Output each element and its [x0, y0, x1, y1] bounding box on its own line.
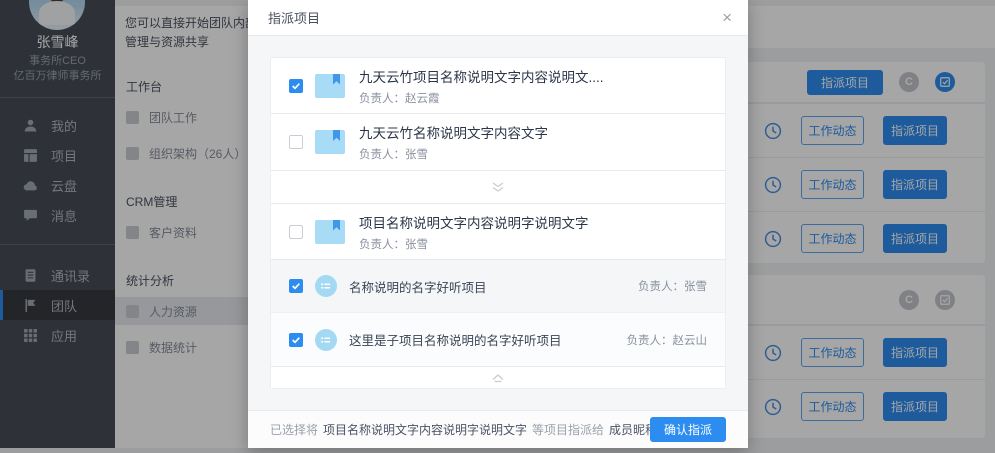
- modal-footer: 已选择将 项目名称说明文字内容说明字说明文字 等项目指派给 成员昵称 确认指派: [248, 410, 748, 448]
- subproject-list-item[interactable]: 这里是子项目名称说明的名字好听项目 负责人：赵云山: [271, 313, 725, 366]
- project-list: 九天云竹项目名称说明文字内容说明文.... 负责人：赵云霞 九天云竹名称说明文字…: [270, 57, 726, 389]
- subproject-owner: 负责人：张雪: [638, 278, 725, 294]
- summary-middle: 等项目指派给: [532, 421, 604, 438]
- project-checkbox[interactable]: [289, 333, 303, 347]
- subproject-list-icon: [315, 329, 337, 351]
- summary-prefix: 已选择将: [270, 421, 318, 438]
- summary-member-name: 成员昵称: [609, 421, 650, 438]
- chevron-up-icon: [490, 372, 506, 383]
- project-name: 项目名称说明文字内容说明字说明文字: [359, 212, 589, 232]
- bookmark-icon: [333, 220, 340, 231]
- app-window: 张雪峰 事务所CEO 亿百万律师事务所 我的 项目 云盘 消息: [0, 0, 995, 453]
- collapse-subprojects-row[interactable]: [271, 366, 725, 388]
- project-folder-icon: [315, 220, 345, 244]
- modal-header: 指派项目 ×: [248, 0, 748, 36]
- expand-subprojects-row[interactable]: [271, 170, 725, 204]
- project-checkbox[interactable]: [289, 279, 303, 293]
- project-folder-icon: [315, 74, 345, 98]
- project-name: 九天云竹项目名称说明文字内容说明文....: [359, 66, 604, 86]
- project-list-item[interactable]: 九天云竹项目名称说明文字内容说明文.... 负责人：赵云霞: [271, 58, 725, 114]
- project-checkbox[interactable]: [289, 135, 303, 149]
- double-chevron-down-icon: [490, 181, 506, 194]
- modal-title: 指派项目: [248, 8, 320, 27]
- subproject-list-item[interactable]: 名称说明的名字好听项目 负责人：张雪: [271, 260, 725, 313]
- bookmark-icon: [333, 74, 340, 85]
- subproject-list-icon: [315, 275, 337, 297]
- project-owner: 负责人：赵云霞: [359, 90, 604, 106]
- project-owner: 负责人：张雪: [359, 236, 589, 252]
- project-list-item[interactable]: 项目名称说明文字内容说明字说明文字 负责人：张雪: [271, 204, 725, 260]
- project-list-item[interactable]: 九天云竹名称说明文字内容文字 负责人：张雪: [271, 114, 725, 170]
- project-checkbox[interactable]: [289, 79, 303, 93]
- subproject-name: 名称说明的名字好听项目: [349, 277, 638, 296]
- assign-project-modal: 指派项目 × 九天云竹项目名称说明文字内容说明文.... 负责人：赵云霞: [248, 0, 748, 448]
- project-owner: 负责人：张雪: [359, 146, 548, 162]
- summary-project-name: 项目名称说明文字内容说明字说明文字: [323, 421, 527, 438]
- project-checkbox[interactable]: [289, 225, 303, 239]
- confirm-assign-button[interactable]: 确认指派: [650, 417, 726, 442]
- bookmark-icon: [333, 130, 340, 141]
- subproject-owner: 负责人：赵云山: [627, 332, 726, 348]
- project-folder-icon: [315, 130, 345, 154]
- subproject-name: 这里是子项目名称说明的名字好听项目: [349, 330, 627, 349]
- selection-summary: 已选择将 项目名称说明文字内容说明字说明文字 等项目指派给 成员昵称: [270, 421, 650, 438]
- modal-body: 九天云竹项目名称说明文字内容说明文.... 负责人：赵云霞 九天云竹名称说明文字…: [248, 36, 748, 389]
- close-icon[interactable]: ×: [722, 9, 732, 26]
- project-name: 九天云竹名称说明文字内容文字: [359, 122, 548, 142]
